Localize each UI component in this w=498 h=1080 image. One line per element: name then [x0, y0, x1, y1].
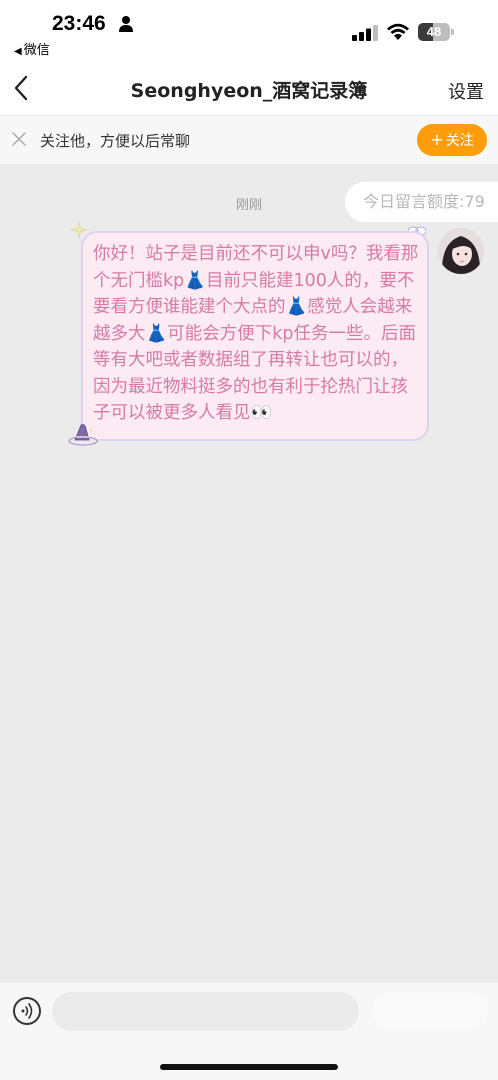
- page-title: Seonghyeon_酒窝记录簿: [130, 80, 368, 102]
- follow-button-label: 关注: [445, 133, 474, 149]
- home-indicator: [160, 1064, 338, 1070]
- status-time: 23:46: [52, 12, 106, 35]
- chat-message-text: 你好！站子是目前还不可以申v吗？我看那个无门槛kp👗目前只能建100人的，要不要…: [93, 244, 419, 423]
- battery-icon: 48: [418, 23, 454, 41]
- back-triangle-icon: ◀: [14, 46, 22, 57]
- message-timestamp: 刚刚: [235, 198, 262, 213]
- plus-icon: +: [430, 130, 444, 149]
- cellular-signal-icon: [352, 25, 378, 41]
- person-icon: [119, 16, 133, 32]
- voice-icon: [21, 1003, 33, 1019]
- chat-bubble[interactable]: 你好！站子是目前还不可以申v吗？我看那个无门槛kp👗目前只能建100人的，要不要…: [81, 231, 429, 441]
- battery-level: 48: [426, 24, 442, 39]
- voice-button[interactable]: [13, 997, 41, 1025]
- follow-button[interactable]: + 关注: [417, 124, 487, 156]
- back-app-label: 微信: [23, 43, 50, 58]
- status-bar: 23:46 ◀ 微信 48: [0, 0, 498, 60]
- avatar-portrait-icon: [438, 228, 484, 274]
- send-button[interactable]: [372, 992, 488, 1031]
- witch-hat-icon: [68, 424, 98, 446]
- follow-prompt-bar: 关注他，方便以后常聊 + 关注: [0, 116, 498, 164]
- close-icon[interactable]: [12, 132, 26, 146]
- wifi-icon: [387, 23, 409, 40]
- settings-button[interactable]: 设置: [448, 78, 484, 104]
- avatar[interactable]: [438, 228, 484, 274]
- message-input[interactable]: [52, 992, 359, 1031]
- follow-prompt-text: 关注他，方便以后常聊: [40, 132, 191, 150]
- nav-bar: Seonghyeon_酒窝记录簿 设置: [0, 60, 498, 116]
- back-to-app-link[interactable]: ◀ 微信: [14, 39, 50, 58]
